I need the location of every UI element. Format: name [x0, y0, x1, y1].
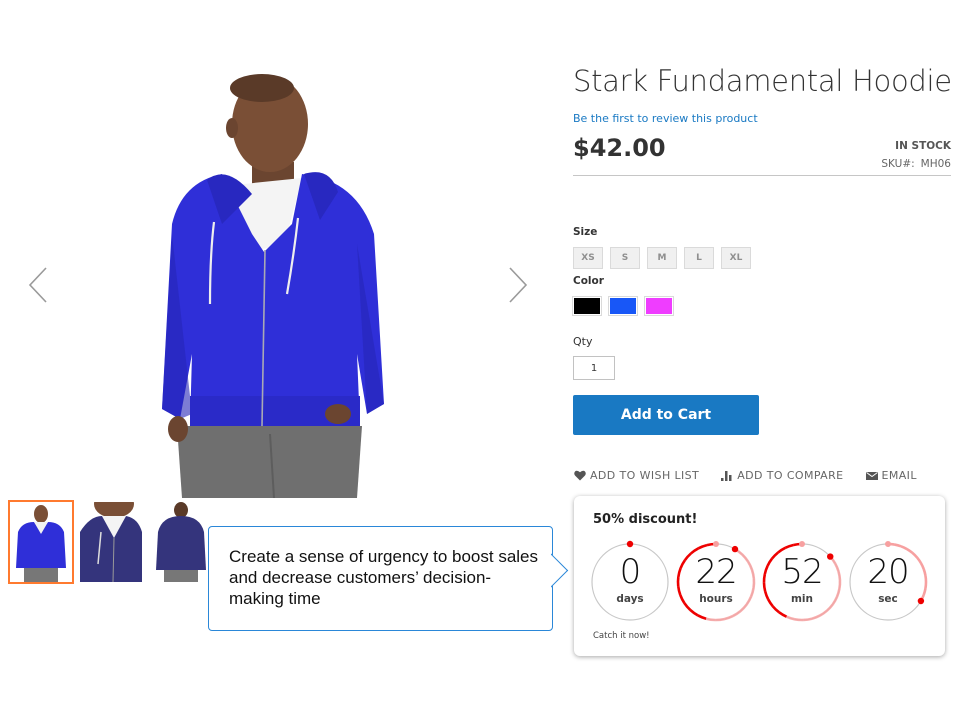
- countdown-days-label: days: [616, 593, 644, 605]
- countdown-minutes-arc: [778, 611, 788, 618]
- size-option-l[interactable]: L: [684, 247, 714, 269]
- color-option-blue[interactable]: [608, 296, 638, 316]
- qty-label: Qty: [573, 335, 593, 348]
- countdown-seconds-arc: [894, 543, 902, 548]
- countdown-days-end-dot: [626, 540, 634, 548]
- countdown-seconds-label: sec: [878, 593, 898, 605]
- countdown-hours-arc: [689, 609, 699, 617]
- size-option-m[interactable]: M: [647, 247, 677, 269]
- thumbnail-strip: [8, 500, 214, 584]
- size-option-xs[interactable]: XS: [573, 247, 603, 269]
- hoodie-model-illustration: [162, 74, 384, 499]
- thumbnail-closeup-image: [80, 502, 142, 582]
- sku: SKU#: MH06: [881, 158, 951, 170]
- countdown-seconds-value: 20: [867, 552, 909, 592]
- countdown-hours-label: hours: [699, 593, 733, 605]
- review-link[interactable]: Be the first to review this product: [573, 112, 758, 125]
- add-to-wishlist-label: ADD TO WISH LIST: [590, 469, 700, 482]
- chevron-left-icon: [28, 267, 47, 303]
- countdown-hours-start-dot: [713, 541, 719, 547]
- gallery-next-button[interactable]: [500, 265, 530, 305]
- countdown-minutes-arc: [819, 609, 828, 617]
- countdown-days-value: 0: [619, 552, 642, 592]
- email-link[interactable]: EMAIL: [865, 469, 917, 482]
- thumbnail-back[interactable]: [148, 500, 214, 584]
- callout-pointer: [551, 553, 569, 589]
- envelope-icon: [865, 472, 878, 480]
- countdown-hours-arc: [723, 614, 734, 621]
- color-option-purple[interactable]: [644, 296, 674, 316]
- countdown-minutes-arc: [771, 605, 780, 614]
- countdown-minutes-arc: [794, 618, 804, 622]
- countdown-hours-arc: [739, 603, 748, 613]
- thumbnail-front-image: [10, 502, 72, 582]
- countdown-seconds: 20 sec: [849, 541, 928, 621]
- color-label: Color: [573, 275, 604, 287]
- bar-chart-icon: [721, 471, 732, 481]
- product-price: $42.00: [573, 134, 666, 162]
- countdown-minutes-label: min: [790, 593, 813, 605]
- add-to-wishlist-link[interactable]: ADD TO WISH LIST: [574, 469, 699, 482]
- countdown-minutes-arc: [803, 617, 813, 622]
- countdown-minutes-arc: [811, 614, 821, 620]
- countdown-widget: 50% discount! 0 days 22 hours 52 min 20 …: [574, 496, 945, 656]
- product-actions: ADD TO WISH LIST ADD TO COMPARE EMAIL: [574, 469, 917, 482]
- countdown-hours-arc: [732, 610, 742, 618]
- countdown-minutes-arc: [786, 615, 796, 621]
- countdown-units: 0 days 22 hours 52 min 20 sec: [591, 540, 928, 622]
- countdown-minutes-start-dot: [799, 541, 805, 547]
- countdown-hours: 22 hours: [676, 541, 756, 622]
- price-row: $42.00 IN STOCK SKU#: MH06: [573, 132, 951, 176]
- countdown-minutes-arc: [784, 543, 794, 550]
- gallery-prev-button[interactable]: [26, 265, 56, 305]
- main-product-image: [152, 74, 392, 499]
- email-label: EMAIL: [881, 469, 917, 482]
- product-gallery: [0, 60, 560, 500]
- heart-icon: [574, 470, 586, 481]
- thumbnail-back-image: [150, 502, 212, 582]
- countdown-title: 50% discount!: [593, 512, 698, 527]
- countdown-minutes: 52 min: [762, 541, 842, 622]
- size-label: Size: [573, 226, 598, 238]
- thumbnail-closeup[interactable]: [78, 500, 144, 584]
- countdown-note: Catch it now!: [593, 631, 650, 641]
- countdown-hours-value: 22: [695, 552, 737, 592]
- countdown-minutes-arc: [826, 603, 834, 612]
- size-options: XS S M L XL: [573, 247, 751, 269]
- product-title: Stark Fundamental Hoodie: [573, 64, 952, 98]
- callout-text: Create a sense of urgency to boost sales…: [229, 547, 539, 608]
- qty-input[interactable]: [573, 356, 615, 380]
- countdown-hours-arc: [705, 617, 716, 622]
- add-to-compare-label: ADD TO COMPARE: [737, 469, 844, 482]
- countdown-seconds-arc: [900, 545, 908, 551]
- countdown-minutes-value: 52: [781, 552, 823, 592]
- sku-label: SKU#:: [881, 158, 915, 170]
- countdown-hours-arc: [715, 617, 725, 622]
- size-option-xl[interactable]: XL: [721, 247, 751, 269]
- size-option-s[interactable]: S: [610, 247, 640, 269]
- add-to-cart-button[interactable]: Add to Cart: [573, 395, 759, 435]
- chevron-right-icon: [509, 267, 528, 303]
- add-to-compare-link[interactable]: ADD TO COMPARE: [721, 469, 843, 482]
- countdown-seconds-start-dot: [885, 541, 891, 547]
- countdown-hours-arc: [697, 614, 707, 620]
- color-options: [572, 296, 674, 316]
- color-option-black[interactable]: [572, 296, 602, 316]
- stock-status: IN STOCK: [895, 140, 951, 152]
- product-info: Stark Fundamental Hoodie Be the first to…: [573, 64, 952, 176]
- countdown-days: 0 days: [591, 540, 669, 621]
- sku-value: MH06: [920, 158, 951, 170]
- countdown-hours-arc: [697, 543, 708, 550]
- thumbnail-front[interactable]: [8, 500, 74, 584]
- annotation-callout: Create a sense of urgency to boost sales…: [208, 526, 553, 631]
